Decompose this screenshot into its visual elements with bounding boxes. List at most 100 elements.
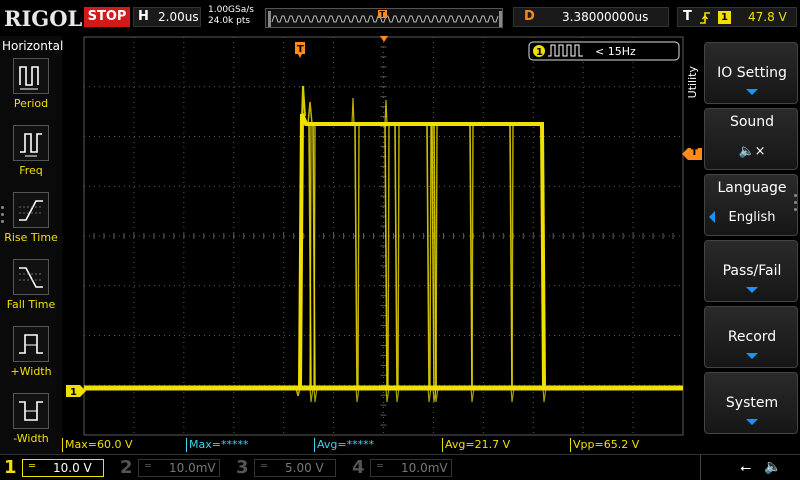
center-time-marker <box>380 36 388 42</box>
menu-scroll-dots <box>794 194 797 215</box>
timebase-value: 2.00us <box>158 10 199 24</box>
chevron-down-icon <box>746 353 758 359</box>
graticule-and-trace: T 1 1 < 15Hz <box>66 36 684 436</box>
svg-text:T: T <box>297 44 304 55</box>
measure-rise-time[interactable]: Rise Time <box>0 192 62 258</box>
trigger-edge-icon <box>700 12 710 24</box>
utility-menu: Utility T IO Setting Sound 🔈× Language E… <box>682 36 800 454</box>
dc-coupling-icon: ═ <box>29 461 36 472</box>
record-button[interactable]: Record <box>704 306 798 368</box>
measure-positive-width-label: +Width <box>10 365 52 378</box>
measure-frequency[interactable]: Freq <box>0 125 62 191</box>
trigger-level-marker[interactable]: T <box>682 147 702 160</box>
chevron-down-icon <box>746 287 758 293</box>
memory-overview-waveform: T <box>268 10 502 27</box>
menu-section-label: Utility <box>686 66 699 99</box>
channel-3-scale: 5.00 V <box>285 461 324 475</box>
trigger-level-value: 47.8 V <box>748 10 787 24</box>
trigger-source-badge: 1 <box>718 11 731 24</box>
channel-3-number: 3 <box>236 457 249 478</box>
waveform-display[interactable]: T 1 1 < 15Hz <box>62 36 684 436</box>
top-status-bar: RIGOL STOP H 2.00us 1.00GSa/s 24.0k pts … <box>0 0 800 36</box>
channel-2-settings[interactable]: 2 ═ 10.0mV <box>116 457 228 479</box>
run-stop-badge[interactable]: STOP <box>84 7 130 27</box>
trigger-position-marker[interactable]: T <box>295 42 305 58</box>
positive-width-icon <box>13 326 49 362</box>
timebase-box[interactable]: H 2.00us <box>133 7 201 27</box>
measure-frequency-label: Freq <box>19 164 43 177</box>
pass-fail-label: Pass/Fail <box>722 263 782 279</box>
svg-text:< 15Hz: < 15Hz <box>595 45 636 58</box>
period-icon <box>13 58 49 94</box>
graticule <box>83 36 684 436</box>
panel-scroll-dots <box>1 206 5 227</box>
channel-2-scale-box: ═ 10.0mV <box>138 459 220 477</box>
sound-button[interactable]: Sound 🔈× <box>704 108 798 170</box>
sound-mute-icon: 🔈× <box>738 144 766 159</box>
channel-3-scale-box: ═ 5.00 V <box>254 459 336 477</box>
channel-4-scale-box: ═ 10.0mV <box>370 459 452 477</box>
memory-trigger-marker: T <box>378 10 387 19</box>
measure-fall-time-label: Fall Time <box>6 298 56 311</box>
channel-1-trace <box>84 85 683 403</box>
horizontal-label: H <box>138 9 149 24</box>
measure-rise-time-label: Rise Time <box>4 231 58 244</box>
measure-negative-width-label: -Width <box>13 432 49 445</box>
measurement-max-math[interactable]: Max=***** <box>186 438 314 452</box>
speaker-icon: 🔈 <box>764 459 782 475</box>
channel-4-settings[interactable]: 4 ═ 10.0mV <box>348 457 460 479</box>
measurement-vpp-ch1[interactable]: Vpp=65.2 V <box>570 438 684 452</box>
dc-coupling-icon: ═ <box>261 461 268 472</box>
channel-4-scale: 10.0mV <box>401 461 448 475</box>
channel-1-settings[interactable]: 1 ═ 10.0 V <box>0 457 112 479</box>
channel-3-settings[interactable]: 3 ═ 5.00 V <box>232 457 344 479</box>
measure-period[interactable]: Period <box>0 58 62 124</box>
io-setting-label: IO Setting <box>717 65 787 81</box>
io-setting-button[interactable]: IO Setting <box>704 42 798 104</box>
channel-1-ground-marker[interactable]: 1 <box>66 385 86 398</box>
delay-box[interactable]: D 3.38000000us <box>513 7 669 27</box>
language-value: English <box>728 210 776 225</box>
system-label: System <box>725 395 779 411</box>
measure-positive-width[interactable]: +Width <box>0 326 62 392</box>
svg-text:1: 1 <box>70 387 77 398</box>
channel-1-scale: 10.0 V <box>53 461 92 475</box>
language-button[interactable]: Language English <box>704 174 798 236</box>
dc-coupling-icon: ═ <box>145 461 152 472</box>
measurement-bar: Max=60.0 V Max=***** Avg=***** Avg=21.7 … <box>62 436 684 454</box>
system-button[interactable]: System <box>704 372 798 434</box>
channel-1-number: 1 <box>4 457 17 478</box>
horizontal-measure-panel: Horizontal Period Freq Rise Time Fall Ti… <box>0 36 64 454</box>
trigger-box[interactable]: T 1 47.8 V <box>677 7 797 27</box>
channel-2-number: 2 <box>120 457 133 478</box>
pass-fail-button[interactable]: Pass/Fail <box>704 240 798 302</box>
measurement-avg-ch1[interactable]: Avg=21.7 V <box>442 438 570 452</box>
delay-value: 3.38000000us <box>562 10 649 24</box>
fall-time-icon <box>13 259 49 295</box>
usb-icon: ⭠ <box>740 460 752 476</box>
sample-rate: 1.00GSa/s <box>208 5 254 15</box>
frequency-icon <box>13 125 49 161</box>
channel-4-number: 4 <box>352 457 365 478</box>
sound-label: Sound <box>729 114 775 130</box>
measurement-avg-math[interactable]: Avg=***** <box>314 438 442 452</box>
channel-2-scale: 10.0mV <box>169 461 216 475</box>
chevron-down-icon <box>746 89 758 95</box>
language-label: Language <box>717 180 787 196</box>
svg-text:T: T <box>380 10 386 19</box>
dc-coupling-icon: ═ <box>377 461 384 472</box>
panel-title: Horizontal <box>2 39 64 53</box>
acquisition-info: 1.00GSa/s 24.0k pts <box>208 5 254 27</box>
trigger-label: T <box>683 9 692 24</box>
memory-depth: 24.0k pts <box>208 16 251 26</box>
channel-1-scale-box: ═ 10.0 V <box>22 459 104 477</box>
rise-time-icon <box>13 192 49 228</box>
measure-period-label: Period <box>13 97 49 110</box>
memory-overview-strip[interactable]: T <box>265 8 503 28</box>
measure-fall-time[interactable]: Fall Time <box>0 259 62 325</box>
measurement-max-ch1[interactable]: Max=60.0 V <box>62 438 186 452</box>
chevron-down-icon <box>746 419 758 425</box>
channel-bar: 1 ═ 10.0 V 2 ═ 10.0mV 3 ═ 5.00 V 4 ═ 10.… <box>0 454 800 480</box>
trigger-readout: 1 < 15Hz <box>528 41 680 61</box>
measure-negative-width[interactable]: -Width <box>0 393 62 459</box>
